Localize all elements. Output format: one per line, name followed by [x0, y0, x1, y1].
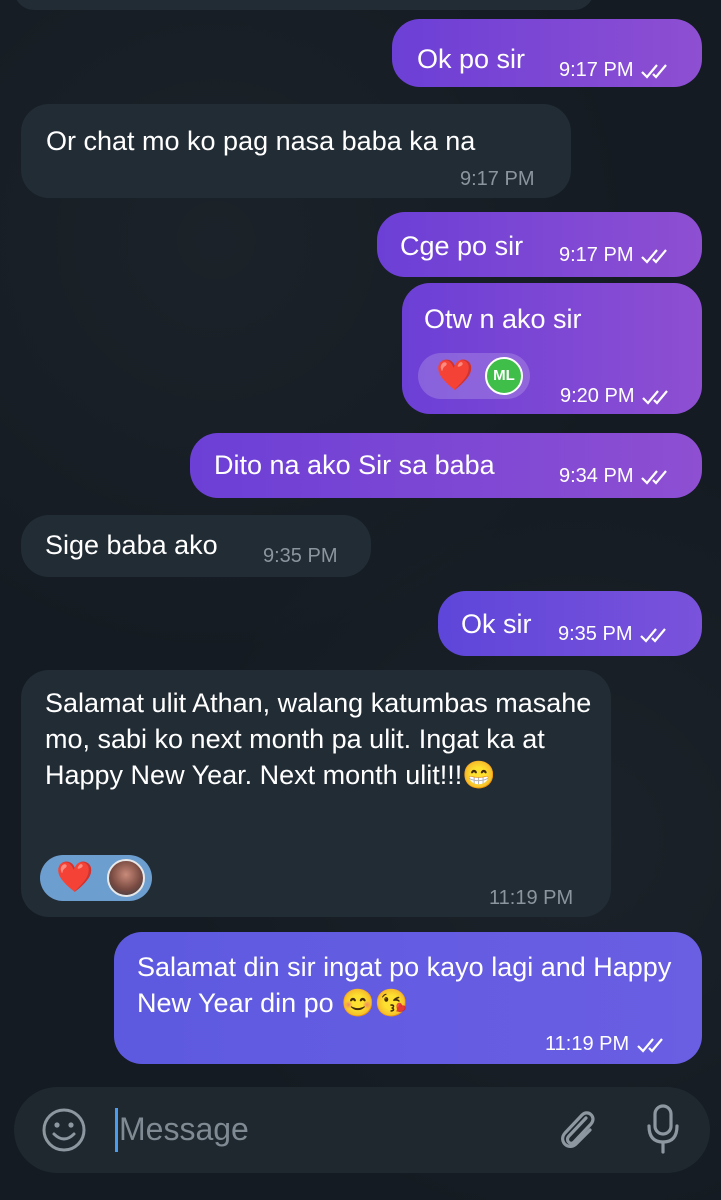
message-text: Salamat ulit Athan, walang katumbas masa… [45, 688, 592, 790]
message-text: Otw n ako sir [424, 304, 582, 334]
reactor-avatar [107, 859, 145, 897]
outgoing-message[interactable]: Otw n ako sir ❤️ ML 9:20 PM [402, 283, 702, 414]
message-text: Ok po sir [417, 44, 526, 74]
message-time: 9:20 PM [560, 385, 674, 408]
message-text: Or chat mo ko pag nasa baba ka na [46, 126, 476, 156]
heart-reaction-icon: ❤️ [436, 359, 474, 392]
message-text: Cge po sir [400, 231, 524, 261]
message-time: 9:17 PM [559, 244, 673, 267]
double-check-icon [641, 64, 668, 79]
message-time: 9:17 PM [559, 59, 673, 82]
reactor-avatar: ML [485, 357, 523, 395]
message-time: 9:35 PM [263, 545, 338, 567]
previous-message-edge [14, 0, 594, 10]
outgoing-message[interactable]: Ok po sir 9:17 PM [392, 19, 702, 87]
message-input[interactable]: Message [119, 1109, 249, 1149]
emoji-icon[interactable] [40, 1106, 88, 1154]
incoming-message[interactable]: Salamat ulit Athan, walang katumbas masa… [21, 670, 611, 917]
reaction-pill[interactable]: ❤️ ML [418, 353, 530, 399]
attach-icon[interactable] [553, 1104, 601, 1156]
message-time: 11:19 PM [489, 887, 574, 909]
reaction-pill[interactable]: ❤️ [40, 855, 152, 901]
message-time: 11:19 PM [545, 1033, 669, 1056]
double-check-icon [642, 390, 669, 405]
incoming-message[interactable]: Or chat mo ko pag nasa baba ka na 9:17 P… [21, 104, 571, 198]
incoming-message[interactable]: Sige baba ako 9:35 PM [21, 515, 371, 577]
double-check-icon [640, 628, 667, 643]
double-check-icon [637, 1038, 663, 1053]
message-text: Ok sir [461, 609, 532, 639]
outgoing-message[interactable]: Cge po sir 9:17 PM [377, 212, 702, 277]
message-time: 9:35 PM [558, 623, 672, 646]
outgoing-message[interactable]: Salamat din sir ingat po kayo lagi and H… [114, 932, 702, 1064]
message-text: Salamat din sir ingat po kayo lagi and H… [137, 952, 672, 1018]
message-time: 9:17 PM [460, 168, 535, 190]
text-cursor [115, 1108, 118, 1152]
message-text: Sige baba ako [45, 530, 218, 560]
message-text: Dito na ako Sir sa baba [214, 450, 495, 480]
outgoing-message[interactable]: Dito na ako Sir sa baba 9:34 PM [190, 433, 702, 498]
microphone-icon[interactable] [641, 1102, 685, 1156]
heart-reaction-icon: ❤️ [56, 861, 94, 894]
double-check-icon [641, 249, 668, 264]
outgoing-message[interactable]: Ok sir 9:35 PM [438, 591, 702, 656]
double-check-icon [641, 470, 668, 485]
message-time: 9:34 PM [559, 465, 673, 488]
